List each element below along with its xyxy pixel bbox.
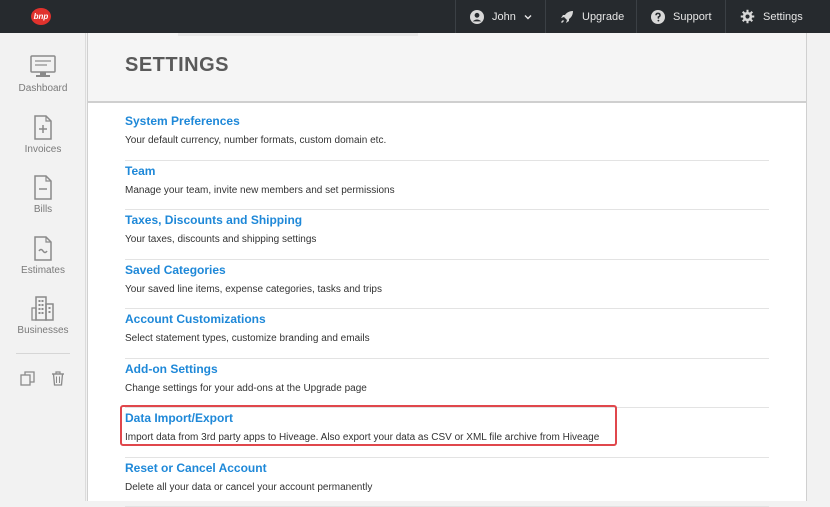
settings-label: Settings <box>763 11 803 23</box>
taxes-discounts-shipping-link[interactable]: Taxes, Discounts and Shipping <box>125 212 769 228</box>
row-description: Manage your team, invite new members and… <box>125 184 769 198</box>
system-preferences-link[interactable]: System Preferences <box>125 113 769 129</box>
gear-icon <box>740 9 755 24</box>
sidebar-item-businesses[interactable]: Businesses <box>0 296 86 336</box>
rocket-icon <box>560 10 574 24</box>
delete-button[interactable] <box>51 371 65 391</box>
row-description: Your default currency, number formats, c… <box>125 134 769 148</box>
settings-row-taxes: Taxes, Discounts and Shipping Your taxes… <box>125 210 769 260</box>
sidebar-item-estimates[interactable]: Estimates <box>0 236 86 276</box>
user-avatar-icon <box>470 10 484 24</box>
bill-minus-icon <box>32 175 54 200</box>
reset-cancel-account-link[interactable]: Reset or Cancel Account <box>125 460 769 476</box>
sidebar-item-label: Bills <box>34 204 52 215</box>
estimate-icon <box>32 236 54 261</box>
account-customizations-link[interactable]: Account Customizations <box>125 311 769 327</box>
row-description: Your saved line items, expense categorie… <box>125 283 769 297</box>
sidebar-item-label: Dashboard <box>19 83 68 94</box>
add-on-settings-link[interactable]: Add-on Settings <box>125 361 769 377</box>
top-bar: bnp John Upgrade Support <box>0 0 830 33</box>
team-link[interactable]: Team <box>125 163 769 179</box>
support-link[interactable]: Support <box>636 0 725 33</box>
sidebar-item-label: Estimates <box>21 265 65 276</box>
user-menu[interactable]: John <box>455 0 545 33</box>
chevron-down-icon <box>524 14 532 20</box>
help-icon <box>651 10 665 24</box>
header-edge <box>178 33 418 36</box>
sidebar-item-dashboard[interactable]: Dashboard <box>0 55 86 94</box>
row-description: Change settings for your add-ons at the … <box>125 382 769 396</box>
settings-list: System Preferences Your default currency… <box>125 111 769 507</box>
sidebar: Dashboard Invoices Bills Estimates <box>0 33 86 501</box>
sidebar-item-label: Invoices <box>25 144 62 155</box>
row-description: Select statement types, customize brandi… <box>125 332 769 346</box>
highlight-box <box>120 405 617 446</box>
settings-link[interactable]: Settings <box>725 0 830 33</box>
user-name: John <box>492 11 516 23</box>
buildings-icon <box>30 296 56 321</box>
trash-icon <box>51 371 65 386</box>
settings-row-reset-cancel: Reset or Cancel Account Delete all your … <box>125 458 769 507</box>
upgrade-label: Upgrade <box>582 11 624 23</box>
page-title: SETTINGS <box>125 54 229 77</box>
settings-row-team: Team Manage your team, invite new member… <box>125 161 769 211</box>
sidebar-item-bills[interactable]: Bills <box>0 175 86 215</box>
upgrade-link[interactable]: Upgrade <box>545 0 636 33</box>
app-logo[interactable]: bnp <box>31 8 51 25</box>
page-header: SETTINGS <box>88 33 806 103</box>
settings-row-account-customizations: Account Customizations Select statement … <box>125 309 769 359</box>
settings-row-add-on: Add-on Settings Change settings for your… <box>125 359 769 409</box>
row-description: Delete all your data or cancel your acco… <box>125 481 769 495</box>
main-content: SETTINGS System Preferences Your default… <box>87 33 807 501</box>
monitor-icon <box>30 55 56 79</box>
saved-categories-link[interactable]: Saved Categories <box>125 262 769 278</box>
invoice-plus-icon <box>32 115 54 140</box>
sidebar-item-label: Businesses <box>17 325 68 336</box>
copy-button[interactable] <box>20 371 35 391</box>
settings-row-data-import-export: Data Import/Export Import data from 3rd … <box>125 408 769 458</box>
settings-row-system-preferences: System Preferences Your default currency… <box>125 111 769 161</box>
sidebar-item-invoices[interactable]: Invoices <box>0 115 86 155</box>
support-label: Support <box>673 11 712 23</box>
right-gutter <box>807 33 830 501</box>
copy-icon <box>20 371 35 386</box>
settings-row-saved-categories: Saved Categories Your saved line items, … <box>125 260 769 310</box>
row-description: Your taxes, discounts and shipping setti… <box>125 233 769 247</box>
sidebar-divider <box>16 353 70 354</box>
